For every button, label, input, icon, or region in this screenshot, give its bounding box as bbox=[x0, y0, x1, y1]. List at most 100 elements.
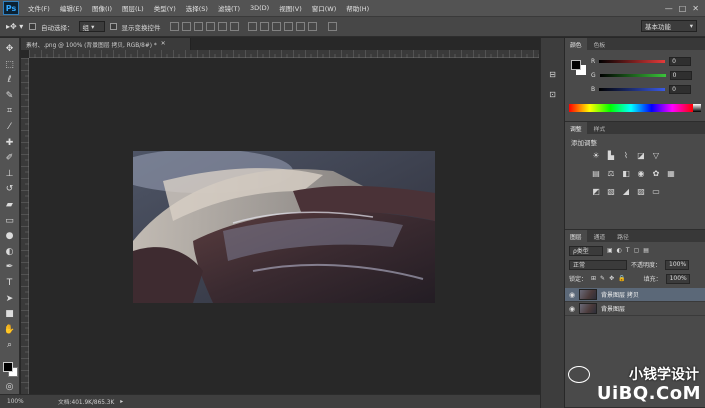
layer-row[interactable]: ◉ 背景图层 bbox=[565, 302, 705, 316]
crop-tool-icon[interactable]: ⌗ bbox=[3, 104, 17, 118]
menu-edit[interactable]: 编辑(E) bbox=[55, 3, 87, 13]
tab-paths[interactable]: 路径 bbox=[612, 230, 634, 243]
channel-mixer-icon[interactable]: ✿ bbox=[651, 168, 661, 178]
align-right-icon[interactable] bbox=[229, 22, 239, 31]
invert-icon[interactable]: ◩ bbox=[591, 186, 601, 196]
exposure-icon[interactable]: ◪ bbox=[636, 150, 646, 160]
marquee-tool-icon[interactable]: ⬚ bbox=[3, 58, 17, 72]
pen-tool-icon[interactable]: ✒ bbox=[3, 260, 17, 274]
color-foreground-swatch[interactable] bbox=[571, 60, 581, 70]
menu-file[interactable]: 文件(F) bbox=[23, 3, 55, 13]
layer-row[interactable]: ◉ 背景图层 拷贝 bbox=[565, 288, 705, 302]
properties-panel-icon[interactable]: ⊡ bbox=[547, 88, 559, 100]
minimize-button[interactable]: — bbox=[665, 4, 673, 13]
menu-view[interactable]: 视图(V) bbox=[274, 3, 307, 13]
menu-image[interactable]: 图像(I) bbox=[87, 3, 117, 13]
slider-green-track[interactable] bbox=[599, 73, 666, 77]
visibility-eye-icon[interactable]: ◉ bbox=[565, 291, 579, 299]
slider-blue-value[interactable]: 0 bbox=[669, 84, 692, 94]
menu-3d[interactable]: 3D(D) bbox=[245, 4, 274, 12]
vertical-ruler[interactable] bbox=[21, 58, 29, 394]
vibrance-icon[interactable]: ▽ bbox=[651, 150, 661, 160]
menu-help[interactable]: 帮助(H) bbox=[341, 3, 374, 13]
horizontal-ruler[interactable] bbox=[29, 50, 539, 58]
lock-transparent-icon[interactable]: ⊞ bbox=[591, 275, 596, 282]
photo-filter-icon[interactable]: ◉ bbox=[636, 168, 646, 178]
tab-styles[interactable]: 样式 bbox=[589, 122, 611, 135]
blur-tool-icon[interactable]: ● bbox=[3, 229, 17, 243]
align-hcenter-icon[interactable] bbox=[217, 22, 227, 31]
menu-window[interactable]: 窗口(W) bbox=[307, 3, 342, 13]
distribute-hcenter-icon[interactable] bbox=[295, 22, 305, 31]
dodge-tool-icon[interactable]: ◐ bbox=[3, 245, 17, 259]
selective-color-icon[interactable]: ▨ bbox=[636, 186, 646, 196]
menu-filter[interactable]: 滤镜(T) bbox=[213, 3, 245, 13]
filter-type-icon[interactable]: T bbox=[626, 247, 630, 254]
close-tab-icon[interactable]: ✕ bbox=[161, 41, 166, 47]
lock-move-icon[interactable]: ✥ bbox=[609, 275, 614, 282]
history-panel-icon[interactable]: ⊟ bbox=[547, 68, 559, 80]
lookup-icon[interactable]: ▦ bbox=[666, 168, 676, 178]
menu-layer[interactable]: 图层(L) bbox=[117, 3, 149, 13]
slider-blue-track[interactable] bbox=[599, 87, 666, 91]
shape-tool-icon[interactable]: ■ bbox=[3, 307, 17, 321]
type-tool-icon[interactable]: T bbox=[3, 276, 17, 290]
color-spectrum-bw[interactable] bbox=[693, 104, 701, 112]
slider-red[interactable]: R 0 bbox=[591, 56, 701, 66]
move-tool-icon[interactable]: ✥ bbox=[3, 42, 17, 56]
distribute-vcenter-icon[interactable] bbox=[259, 22, 269, 31]
distribute-top-icon[interactable] bbox=[247, 22, 257, 31]
visibility-eye-icon[interactable]: ◉ bbox=[565, 305, 579, 313]
brush-tool-icon[interactable]: ✐ bbox=[3, 151, 17, 165]
zoom-level[interactable]: 100% bbox=[0, 399, 30, 405]
align-bottom-icon[interactable] bbox=[193, 22, 203, 31]
gradient-map-icon[interactable]: ▭ bbox=[651, 186, 661, 196]
slider-blue[interactable]: B 0 bbox=[591, 84, 701, 94]
close-button[interactable]: ✕ bbox=[692, 4, 699, 13]
opacity-field[interactable]: 100% bbox=[665, 259, 690, 270]
menu-type[interactable]: 类型(Y) bbox=[149, 3, 181, 13]
eyedropper-tool-icon[interactable]: ⁄ bbox=[3, 120, 17, 134]
move-tool-preset-icon[interactable]: ▸✥ ▾ bbox=[6, 20, 24, 34]
posterize-icon[interactable]: ▧ bbox=[606, 186, 616, 196]
tab-swatches[interactable]: 色板 bbox=[589, 38, 611, 51]
quick-mask-icon[interactable]: ◎ bbox=[3, 380, 17, 394]
hand-tool-icon[interactable]: ✋ bbox=[3, 323, 17, 337]
lock-paint-icon[interactable]: ✎ bbox=[600, 275, 605, 282]
slider-green-value[interactable]: 0 bbox=[669, 70, 692, 80]
filter-smart-icon[interactable]: ▤ bbox=[643, 247, 649, 254]
document-info[interactable]: 文档:401.9K/865.3K bbox=[30, 397, 114, 406]
canvas-photo[interactable] bbox=[133, 151, 435, 303]
filter-shape-icon[interactable]: ▢ bbox=[634, 247, 640, 254]
healing-tool-icon[interactable]: ✚ bbox=[3, 136, 17, 150]
menu-select[interactable]: 选择(S) bbox=[181, 3, 213, 13]
filter-adjust-icon[interactable]: ◐ bbox=[617, 247, 622, 254]
curves-icon[interactable]: ⌇ bbox=[621, 150, 631, 160]
tab-layers[interactable]: 图层 bbox=[565, 229, 587, 243]
auto-select-dropdown[interactable]: 组 ▾ bbox=[78, 21, 105, 32]
distribute-right-icon[interactable] bbox=[307, 22, 317, 31]
show-transform-checkbox[interactable] bbox=[109, 23, 117, 30]
slider-red-track[interactable] bbox=[599, 59, 666, 63]
align-top-icon[interactable] bbox=[169, 22, 179, 31]
hue-icon[interactable]: ▤ bbox=[591, 168, 601, 178]
gradient-tool-icon[interactable]: ▭ bbox=[3, 214, 17, 228]
align-left-icon[interactable] bbox=[205, 22, 215, 31]
lasso-tool-icon[interactable]: ℓ bbox=[3, 73, 17, 87]
document-tab[interactable]: 素材、.png @ 100% (背景图层 拷贝, RGB/8#) * ✕ bbox=[21, 38, 191, 50]
stamp-tool-icon[interactable]: ⊥ bbox=[3, 167, 17, 181]
distribute-left-icon[interactable] bbox=[283, 22, 293, 31]
align-vcenter-icon[interactable] bbox=[181, 22, 191, 31]
auto-align-icon[interactable] bbox=[327, 22, 337, 31]
auto-select-checkbox[interactable] bbox=[29, 23, 36, 30]
layer-filter-dropdown[interactable]: ρ类型 bbox=[569, 245, 603, 256]
bw-icon[interactable]: ◧ bbox=[621, 168, 631, 178]
slider-red-value[interactable]: 0 bbox=[669, 56, 692, 66]
levels-icon[interactable]: ▙ bbox=[606, 150, 616, 160]
fill-field[interactable]: 100% bbox=[665, 273, 690, 284]
zoom-tool-icon[interactable]: ⌕ bbox=[3, 338, 17, 352]
workspace-dropdown[interactable]: 基本功能 ▾ bbox=[641, 20, 697, 32]
path-select-tool-icon[interactable]: ➤ bbox=[3, 292, 17, 306]
history-brush-icon[interactable]: ↺ bbox=[3, 182, 17, 196]
filter-pixel-icon[interactable]: ▣ bbox=[607, 247, 613, 254]
